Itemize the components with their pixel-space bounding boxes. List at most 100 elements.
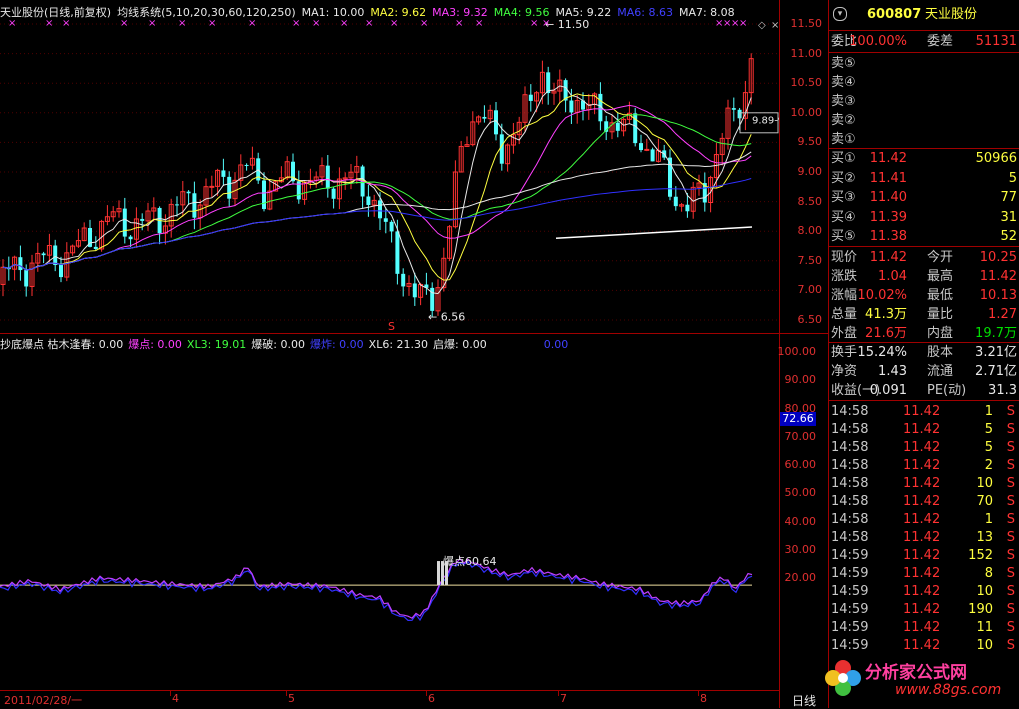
x-axis-tick [426,691,427,696]
stat-label: 外盘 [831,326,858,341]
price-axis-label: 11.00 [790,46,823,60]
tick-side: S [1006,404,1015,419]
candle-body [186,191,191,194]
period-label[interactable]: 日线 [792,692,816,709]
s-signal-marker: S [388,320,395,333]
tick-price: 11.42 [903,566,941,581]
buy-row: 买⑤ 11.38 52 [829,228,1019,246]
tick-time: 14:58 [831,422,869,437]
main-chart-bottom-divider [0,333,829,334]
close-icon[interactable]: × [771,20,779,31]
high-price-marker: ← 11.50 [545,18,589,31]
candle-body [325,165,330,189]
tick-row: 14:59 11.42 152 S [829,547,1019,565]
stat-label: 涨跌 [831,269,858,284]
stat-value-2: 10.25 [979,250,1017,265]
stat-value: 41.3万 [865,307,907,322]
candle-body [122,208,127,237]
candle-body [499,134,504,164]
sell-row: 卖⑤ [829,55,1019,73]
signal-marker: × [420,18,428,29]
tick-row: 14:58 11.42 13 S [829,529,1019,547]
candle-body [140,218,145,221]
weicha-label: 委差 [927,34,954,49]
candle-body [24,270,29,287]
x-axis-tick [698,691,699,696]
tick-price: 11.42 [903,422,941,437]
diamond-icon[interactable]: ◇ [758,20,766,31]
stat-label-2: 内盘 [927,326,954,341]
candle-body [18,257,23,271]
tick-volume: 5 [984,422,993,437]
buy-price: 11.40 [869,190,907,205]
candle-body [546,72,551,94]
candle-body [383,218,388,222]
candle-body [59,265,63,278]
tick-side: S [1006,440,1015,455]
tick-volume: 2 [984,458,993,473]
candle-body [569,100,574,113]
tick-price: 11.42 [903,620,941,635]
tick-row: 14:58 11.42 70 S [829,493,1019,511]
fundamental-value: 15.24% [857,345,907,360]
stat-label-2: 最低 [927,288,954,303]
stat-row: 涨跌 1.04 最高 11.42 [829,268,1019,286]
signal-marker: × [340,18,348,29]
tick-time: 14:59 [831,548,869,563]
weibi-row: 委比 100.00% 委差 51131 [829,33,1019,51]
signal-marker: × [148,18,156,29]
tick-time: 14:59 [831,566,869,581]
candlestick-chart[interactable]: ← 11.50← 6.569.89-9×××××××××××××××××××××… [0,18,779,333]
buy-volume: 52 [1000,229,1017,244]
indicator-line-blue [0,560,753,622]
stat-value: 21.6万 [865,326,907,341]
price-axis-label: 10.50 [790,76,823,90]
fundamental-value: 1.43 [878,364,907,379]
x-axis-month: 7 [560,692,567,705]
signal-marker: × [208,18,216,29]
tick-time: 14:58 [831,530,869,545]
tick-row: 14:58 11.42 10 S [829,475,1019,493]
candle-body [128,236,133,240]
tick-side: S [1006,494,1015,509]
tick-volume: 5 [984,440,993,455]
tick-side: S [1006,458,1015,473]
tick-row: 14:58 11.42 2 S [829,457,1019,475]
low-price-marker: ← 6.56 [428,310,465,323]
buy-row: 买① 11.42 50966 [829,150,1019,168]
stat-row: 涨幅 10.02% 最低 10.13 [829,287,1019,305]
tick-price: 11.42 [903,530,941,545]
tick-row: 14:58 11.42 5 S [829,421,1019,439]
tick-row: 14:59 11.42 10 S [829,583,1019,601]
indicator-axis-label: 50.00 [784,486,817,500]
price-axis-label: 9.00 [797,165,823,178]
fundamental-label-2: 股本 [927,345,954,360]
signal-marker: × [120,18,128,29]
tick-volume: 152 [968,548,993,563]
signal-marker: × [365,18,373,29]
signal-marker: × [455,18,463,29]
tick-row: 14:58 11.42 1 S [829,511,1019,529]
indicator-chart[interactable]: 爆点60.64 [0,350,779,690]
fundamental-label: 换手 [831,345,858,360]
fundamental-row: 换手 15.24% 股本 3.21亿 [829,344,1019,362]
signal-marker: × [542,18,550,29]
indicator-line-purple [0,557,753,619]
signal-marker: × [8,18,16,29]
price-axis-label: 8.00 [797,224,823,238]
sell-label: 卖① [831,132,856,147]
sell-label: 卖④ [831,75,856,90]
fundamental-row: 净资 1.43 流通 2.71亿 [829,363,1019,381]
stat-label-2: 最高 [927,269,954,284]
sell-row: 卖① [829,131,1019,149]
tick-price: 11.42 [903,602,941,617]
indicator-axis-label: 40.00 [784,514,817,528]
candle-body [175,204,179,206]
buy-price: 11.38 [869,229,907,244]
tick-side: S [1006,602,1015,617]
x-axis-month: 4 [172,692,179,705]
buy-volume: 50966 [975,151,1017,166]
refresh-icon[interactable]: ▾ [833,7,847,21]
x-axis-tick [558,691,559,696]
support-line [555,226,753,240]
